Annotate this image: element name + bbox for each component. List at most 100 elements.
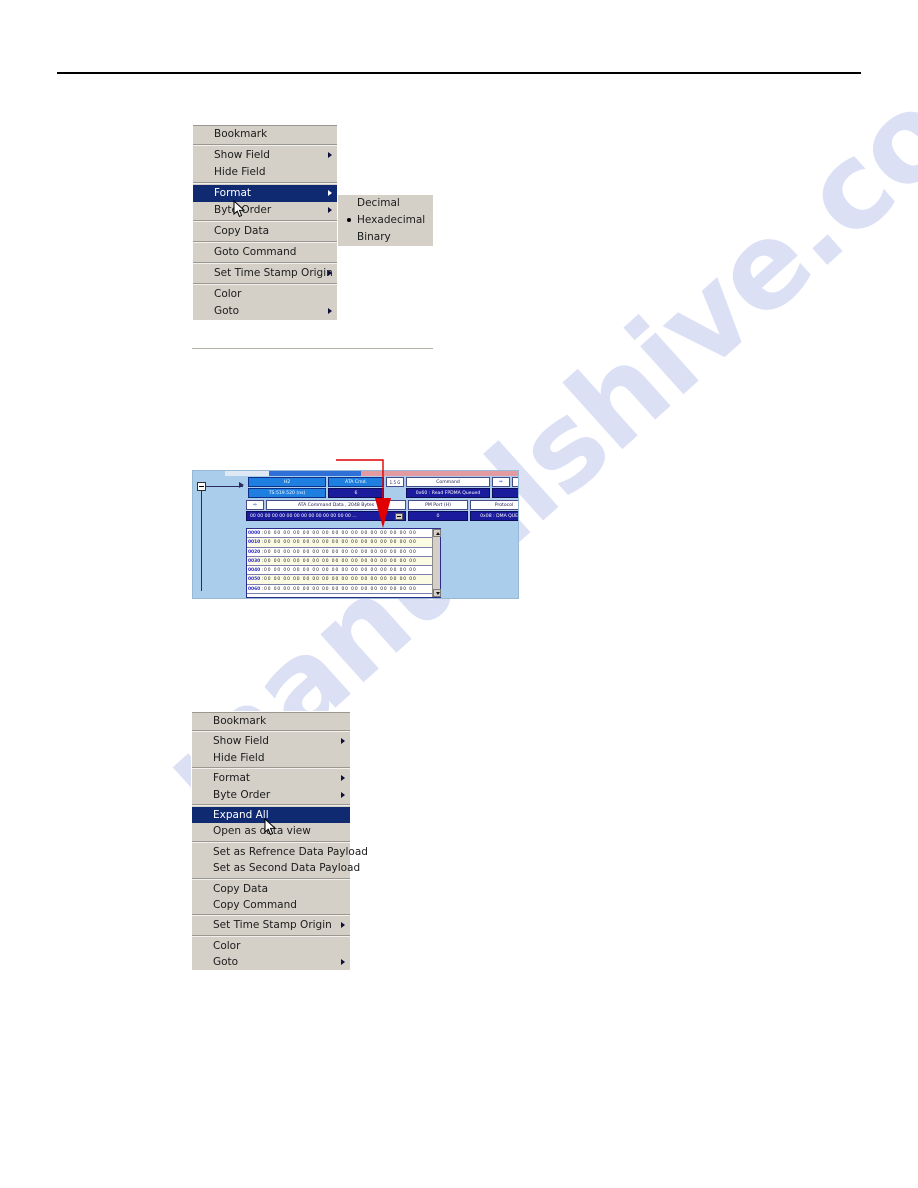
- cell-pm-port-label[interactable]: PM Port (H): [408, 500, 468, 510]
- tree-vertical-line: [201, 491, 202, 591]
- cell-protocol-label[interactable]: Protocol: [470, 500, 518, 510]
- menu-item-open-as-data-view[interactable]: Open as data view: [192, 823, 350, 839]
- hex-row[interactable]: 0050 :00 00 00 00 00 00 00 00 00 00 00 0…: [247, 575, 440, 585]
- menu-separator: [192, 840, 350, 843]
- menu-item-goto[interactable]: Goto: [192, 954, 350, 970]
- submenu-item-decimal[interactable]: Decimal: [338, 195, 433, 212]
- menu-item-byte-order[interactable]: Byte Order: [193, 202, 337, 219]
- menu-separator: [193, 182, 337, 184]
- chevron-right-icon: [328, 190, 332, 196]
- cell-command-label[interactable]: Command: [406, 477, 490, 487]
- menu-item-copy-command[interactable]: Copy Command: [192, 897, 350, 913]
- hex-bytes: :00 00 00 00 00 00 00 00 00 00 00 00 00 …: [261, 558, 417, 564]
- hex-bytes: :00 00 00 00 00 00 00 00 00 00 00 00 00 …: [261, 568, 417, 574]
- menu-item-label: Set as Refrence Data Payload: [213, 845, 368, 858]
- menu-separator: [193, 144, 337, 146]
- menu-item-bookmark[interactable]: Bookmark: [192, 713, 350, 729]
- cell-protocol-value[interactable]: 0x08 : DMA QUEUED: [470, 511, 518, 521]
- menu-separator: [192, 934, 350, 937]
- menu-item-label: Show Field: [213, 735, 269, 748]
- menu-item-label: Format: [213, 772, 251, 785]
- menu-item-label: Goto Command: [214, 246, 297, 258]
- callout-arrow: [336, 459, 391, 528]
- submenu-item-label: Binary: [357, 231, 391, 243]
- menu-separator: [192, 730, 350, 733]
- menu-separator: [192, 914, 350, 917]
- menu-item-label: Color: [214, 288, 242, 300]
- menu-item-set-time-stamp-origin[interactable]: Set Time Stamp Origin: [192, 917, 350, 933]
- menu-item-label: Bookmark: [213, 715, 267, 727]
- menu-item-copy-data[interactable]: Copy Data: [193, 223, 337, 240]
- menu-item-label: Format: [214, 187, 252, 199]
- hex-row[interactable]: 0030 :00 00 00 00 00 00 00 00 00 00 00 0…: [247, 556, 440, 567]
- menu-item-bookmark[interactable]: Bookmark: [193, 126, 337, 143]
- hex-offset: 0040: [248, 568, 261, 574]
- menu-item-label: Copy Data: [213, 882, 269, 895]
- menu-item-format[interactable]: Format: [192, 770, 350, 786]
- menu-item-label: Color: [213, 939, 241, 952]
- menu-item-label: Set Time Stamp Origin: [213, 919, 332, 932]
- menu-item-copy-data[interactable]: Copy Data: [192, 881, 350, 897]
- menu-item-color[interactable]: Color: [192, 938, 350, 954]
- menu-item-goto-command[interactable]: Goto Command: [193, 244, 337, 261]
- menu-item-hide-field[interactable]: Hide Field: [192, 750, 350, 766]
- menu-item-label: Goto: [214, 305, 240, 317]
- menu-item-set-as-reference-data-payload[interactable]: Set as Refrence Data Payload: [192, 844, 368, 860]
- scroll-down-button[interactable]: [433, 589, 441, 597]
- menu-separator: [193, 241, 337, 243]
- menu-item-label: Hide Field: [214, 166, 266, 178]
- chevron-right-icon: [328, 270, 332, 276]
- menu-item-label: Open as data view: [213, 825, 311, 838]
- hex-bytes: :00 00 00 00 00 00 00 00 00 00 00 00 00 …: [261, 540, 417, 546]
- menu-item-color[interactable]: Color: [193, 286, 337, 303]
- hex-bytes: :00 00 00 00 00 00 00 00 00 00 00 00 00 …: [261, 549, 417, 555]
- tree-arrow-icon: [239, 482, 244, 488]
- context-menu-format-bottom-edge: [192, 348, 433, 349]
- hex-bytes: :00 00 00 00 00 00 00 00 00 00 00 00 00 …: [261, 586, 417, 592]
- scroll-up-button[interactable]: [433, 529, 441, 537]
- menu-separator: [193, 220, 337, 222]
- menu-separator: [193, 262, 337, 264]
- menu-item-set-time-stamp-origin[interactable]: Set Time Stamp Origin: [193, 265, 337, 282]
- tree-collapse-toggle[interactable]: [197, 482, 206, 491]
- menu-item-byte-order[interactable]: Byte Order: [192, 787, 350, 803]
- chevron-right-icon: [341, 922, 345, 929]
- menu-item-label: Set Time Stamp Origin: [214, 267, 333, 279]
- hex-row[interactable]: 0040 :00 00 00 00 00 00 00 00 00 00 00 0…: [247, 566, 440, 576]
- radio-selected-icon: [347, 218, 351, 222]
- menu-item-label: Show Field: [214, 149, 270, 161]
- hex-offset: 0010: [248, 540, 261, 546]
- cell-timestamp[interactable]: TS:519.520 (ns): [248, 488, 326, 498]
- menu-item-format[interactable]: Format: [193, 185, 337, 202]
- submenu-format[interactable]: Decimal Hexadecimal Binary: [337, 194, 433, 246]
- submenu-item-hexadecimal[interactable]: Hexadecimal: [338, 212, 433, 229]
- hex-row[interactable]: 0020 :00 00 00 00 00 00 00 00 00 00 00 0…: [247, 548, 440, 557]
- chevron-right-icon: [328, 308, 332, 314]
- cell-pm-port-value[interactable]: 0: [408, 511, 468, 521]
- submenu-item-label: Hexadecimal: [357, 214, 426, 226]
- hex-scrollbar[interactable]: [432, 529, 441, 597]
- menu-item-show-field[interactable]: Show Field: [192, 733, 350, 749]
- menu-separator: [192, 877, 350, 880]
- context-menu-expand[interactable]: Bookmark Show Field Hide Field Format By…: [191, 711, 368, 971]
- cell-input-label[interactable]: Input (H): [512, 477, 518, 487]
- tree-horizontal-line: [206, 486, 243, 487]
- cell-h2-label[interactable]: H2: [248, 477, 326, 487]
- hex-row[interactable]: 0060 :00 00 00 00 00 00 00 00 00 00 00 0…: [247, 585, 440, 595]
- menu-item-label: Bookmark: [214, 128, 268, 140]
- context-menu-format[interactable]: Bookmark Show Field Hide Field Format By…: [192, 124, 337, 320]
- menu-item-goto[interactable]: Goto: [193, 303, 337, 320]
- menu-item-label: Copy Data: [214, 225, 270, 237]
- cell-input-value[interactable]: 600480000147F0C0400004080: [492, 488, 518, 498]
- chevron-right-icon: [328, 152, 332, 158]
- menu-item-label: Copy Command: [213, 898, 297, 911]
- menu-item-expand-all[interactable]: Expand All: [192, 806, 350, 824]
- menu-item-hide-field[interactable]: Hide Field: [193, 164, 337, 181]
- menu-item-set-as-second-data-payload[interactable]: Set as Second Data Payload: [192, 860, 360, 876]
- cell-command-value[interactable]: 0x60 : Read FPDMA Queued: [406, 488, 490, 498]
- chevron-right-icon: [341, 959, 345, 966]
- submenu-item-binary[interactable]: Binary: [338, 229, 433, 246]
- chevron-right-icon: [341, 738, 345, 745]
- menu-item-show-field[interactable]: Show Field: [193, 147, 337, 164]
- submenu-item-label: Decimal: [357, 197, 400, 209]
